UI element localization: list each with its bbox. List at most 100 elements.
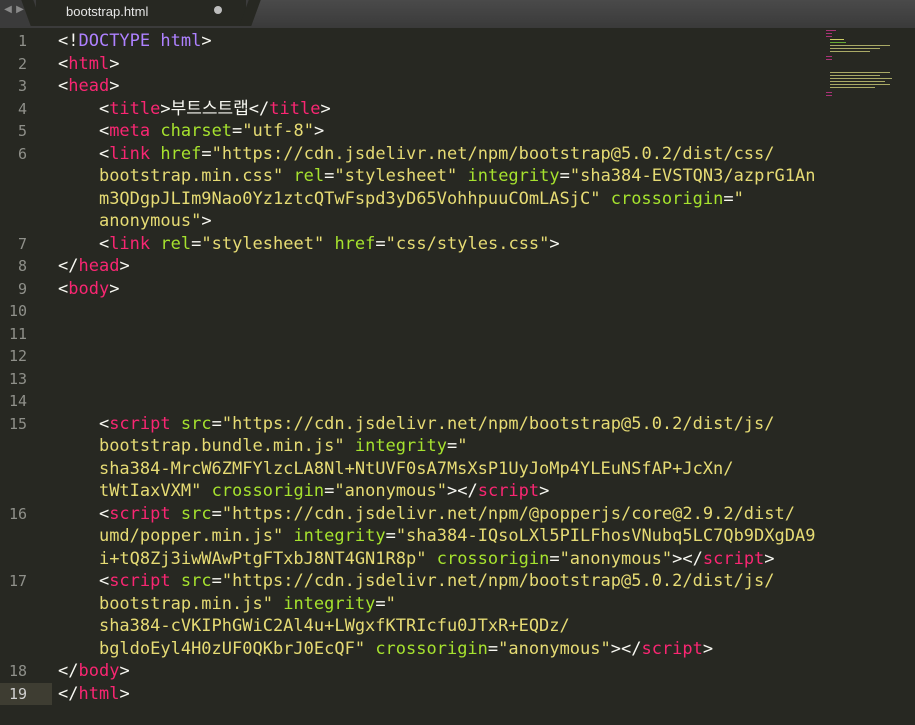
code-token: html: [160, 31, 202, 51]
code-token: "https://cdn.jsdelivr.net/npm/bootstrap@…: [221, 413, 775, 434]
code-line-6[interactable]: <link href="https://cdn.jsdelivr.net/npm…: [58, 143, 775, 166]
minimap-line: [826, 36, 832, 37]
minimap[interactable]: [826, 30, 912, 100]
line-number: 8: [17, 257, 27, 275]
code-line-15-wrap[interactable]: bootstrap.bundle.min.js" integrity=": [58, 435, 468, 458]
code-token: =: [211, 413, 222, 434]
code-token: integrity: [283, 593, 376, 614]
code-line-6-wrap[interactable]: bootstrap.min.css" rel="stylesheet" inte…: [58, 165, 816, 188]
code-token: >: [109, 53, 120, 74]
code-token: head: [78, 256, 120, 276]
code-token: </: [58, 661, 79, 681]
minimap-line: [830, 48, 880, 49]
code-line-15-wrap[interactable]: tWtIaxVXM" crossorigin="anonymous"></scr…: [58, 480, 549, 503]
code-line-2[interactable]: <html>: [58, 53, 119, 76]
tab-label: bootstrap.html: [66, 4, 149, 19]
code-token: link: [109, 143, 151, 164]
minimap-line: [830, 72, 890, 73]
code-token: "https://cdn.jsdelivr.net/npm/@popperjs/…: [221, 503, 795, 524]
code-token: ></: [447, 481, 478, 501]
code-line-3[interactable]: <head>: [58, 75, 119, 98]
minimap-line: [826, 59, 832, 60]
code-line-9[interactable]: <body>: [58, 278, 119, 301]
code-token: <: [58, 98, 110, 119]
code-token: =: [201, 143, 212, 164]
code-token: sha384-cVKIPhGWiC2Al4u+LWgxfKTRIcfu0JTxR…: [98, 616, 570, 636]
code-token: =: [385, 526, 396, 546]
code-token: >: [313, 121, 325, 141]
code-line-18[interactable]: </body>: [58, 660, 130, 683]
line-number: 4: [17, 99, 27, 118]
code-token: >: [119, 683, 130, 704]
code-token: bootstrap.min.css": [98, 166, 284, 186]
code-token: >: [320, 98, 331, 119]
code-line-16-wrap[interactable]: umd/popper.min.js" integrity="sha384-IQs…: [58, 525, 816, 548]
code-line-17[interactable]: <script src="https://cdn.jsdelivr.net/np…: [58, 570, 775, 593]
code-line-17-wrap[interactable]: bootstrap.min.js" integrity=": [58, 593, 396, 616]
code-token: <: [58, 233, 110, 254]
minimap-line: [830, 84, 890, 85]
line-number: 3: [17, 77, 27, 95]
code-token: tWtIaxVXM": [98, 481, 202, 501]
code-token: "stylesheet": [334, 166, 458, 186]
code-line-17-wrap[interactable]: bgldoEyl4H0zUF0QKbrJ0EcQF" crossorigin="…: [58, 638, 713, 661]
line-number: 5: [17, 122, 27, 140]
code-token: script: [109, 413, 171, 434]
code-token: body: [78, 661, 120, 681]
minimap-line: [830, 78, 892, 79]
code-line-6-wrap[interactable]: anonymous">: [58, 210, 212, 233]
minimap-line: [826, 92, 832, 93]
code-line-16-wrap[interactable]: i+tQ8Zj3iwWAwPtgFTxbJ8NT4GN1R8p" crossor…: [58, 548, 775, 571]
code-line-1[interactable]: <!DOCTYPE html>: [58, 30, 212, 53]
code-line-5[interactable]: <meta charset="utf-8">: [58, 120, 324, 143]
code-token: crossorigin: [436, 548, 550, 569]
code-token: i+tQ8Zj3iwWAwPtgFTxbJ8NT4GN1R8p": [98, 548, 427, 569]
code-token: <: [58, 143, 110, 164]
code-token: <: [58, 413, 110, 434]
code-line-15-wrap[interactable]: sha384-MrcW6ZMFYlzcLA8Nl+NtUVF0sA7MsXsP1…: [58, 458, 734, 481]
code-token: =: [549, 548, 560, 569]
code-token: script: [702, 548, 765, 569]
code-token: <: [58, 503, 110, 524]
code-token: script: [109, 571, 171, 591]
line-number: 17: [8, 572, 27, 590]
code-token: "sha384-EVSTQN3/azprG1An: [569, 166, 816, 186]
code-token: link: [109, 233, 151, 254]
tab-bootstrap-html[interactable]: bootstrap.html: [36, 0, 246, 26]
code-token: ": [385, 593, 396, 614]
line-number: 16: [8, 504, 27, 523]
minimap-line: [826, 30, 836, 31]
code-line-16[interactable]: <script src="https://cdn.jsdelivr.net/np…: [58, 503, 795, 526]
minimap-line: [830, 81, 885, 82]
unsaved-dot-icon[interactable]: [214, 6, 222, 14]
code-token: head: [68, 76, 110, 96]
code-line-7[interactable]: <link rel="stylesheet" href="css/styles.…: [58, 233, 560, 256]
code-token: <: [58, 571, 110, 591]
code-token: "utf-8": [242, 121, 314, 141]
code-token: DOCTYPE: [78, 31, 151, 51]
code-token: "stylesheet": [201, 233, 325, 254]
code-line-8[interactable]: </head>: [58, 255, 130, 278]
code-token: =: [211, 503, 222, 524]
code-token: "anonymous": [498, 638, 611, 659]
code-line-4[interactable]: <title>부트스트랩</title>: [58, 98, 331, 121]
code-token: ": [457, 436, 468, 456]
code-token: >: [201, 31, 212, 51]
code-token: crossorigin: [610, 188, 724, 209]
code-token: crossorigin: [375, 638, 488, 659]
line-number: 2: [17, 54, 27, 73]
code-line-15[interactable]: <script src="https://cdn.jsdelivr.net/np…: [58, 413, 775, 436]
code-line-17-wrap[interactable]: sha384-cVKIPhGWiC2Al4u+LWgxfKTRIcfu0JTxR…: [58, 615, 570, 638]
tab-scroll-left-icon[interactable]: ◀: [2, 0, 14, 20]
code-token: bgldoEyl4H0zUF0QKbrJ0EcQF": [98, 638, 366, 659]
code-line-19[interactable]: </html>: [58, 683, 130, 706]
code-line-6-wrap[interactable]: m3QDgpJLIm9Nao0Yz1ztcQTwFspd3yD65Vohhpuu…: [58, 188, 744, 211]
